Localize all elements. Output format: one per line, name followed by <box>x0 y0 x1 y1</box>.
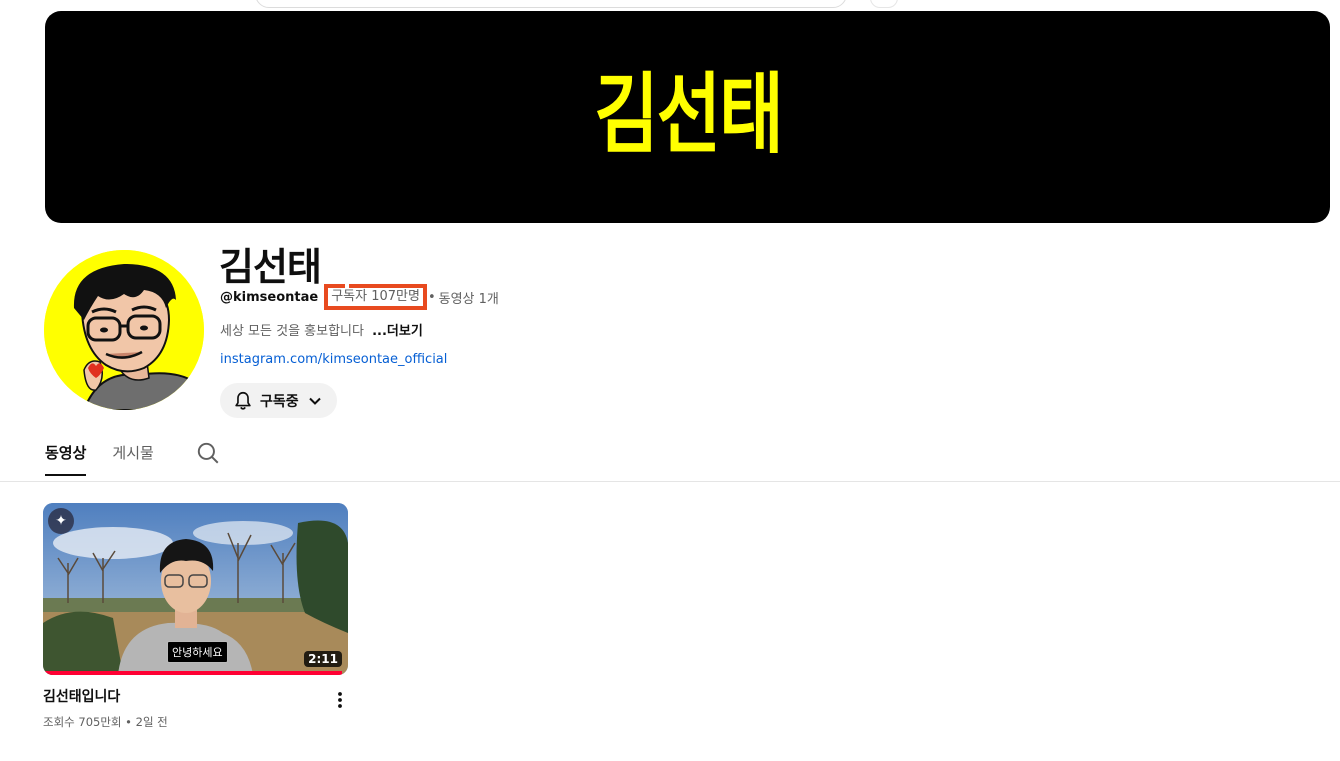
channel-description[interactable]: 세상 모든 것을 홍보합니다 ...더보기 <box>220 320 423 339</box>
video-meta: 조회수 705만회 • 2일 전 <box>43 714 168 730</box>
channel-avatar[interactable] <box>44 250 204 410</box>
meta-separator: • <box>427 289 436 305</box>
channel-tabs: 동영상 게시물 <box>45 442 219 478</box>
meta-separator: • <box>125 715 132 729</box>
video-thumbnail[interactable]: ✦ 안녕하세요 2:11 <box>43 503 348 675</box>
chevron-down-icon <box>308 397 321 405</box>
upload-age: 2일 전 <box>135 715 168 729</box>
subscribed-label: 구독중 <box>260 393 299 410</box>
subscriber-count: 구독자 107만명 <box>331 289 420 304</box>
video-title[interactable]: 김선태입니다 <box>43 686 120 706</box>
search-bar[interactable] <box>255 0 847 8</box>
banner-logo-text: 김선태 <box>594 63 781 166</box>
view-count: 조회수 705만회 <box>43 715 122 729</box>
tab-posts[interactable]: 게시물 <box>112 442 153 476</box>
video-count: 동영상 1개 <box>438 291 499 307</box>
voice-search-button[interactable] <box>870 0 898 8</box>
subscriber-count-highlight: 구독자 107만명 <box>324 284 427 310</box>
channel-meta: @kimseontae 구독자 107만명 • 동영상 1개 <box>220 284 499 310</box>
banner-logo: 김선태 <box>594 63 783 166</box>
more-vert-icon[interactable] <box>331 690 349 710</box>
description-text: 세상 모든 것을 홍보합니다 <box>220 324 364 339</box>
channel-banner: 김선태 <box>45 11 1330 223</box>
duration-badge: 2:11 <box>304 651 342 667</box>
search-icon[interactable] <box>195 440 221 466</box>
caption-chip: 안녕하세요 <box>167 641 228 663</box>
subscribed-button[interactable]: 구독중 <box>220 383 337 418</box>
channel-page: 김선태 김선태 @kimseontae 구독자 107만명 • 동영상 1개 세… <box>0 0 1340 761</box>
channel-title: 김선태 <box>219 245 322 289</box>
avatar-illustration <box>44 250 204 410</box>
bell-icon <box>235 391 251 410</box>
more-link[interactable]: ...더보기 <box>372 324 423 339</box>
channel-external-link[interactable]: instagram.com/kimseontae_official <box>220 352 447 367</box>
sparkle-icon: ✦ <box>48 508 74 534</box>
tabs-divider <box>0 481 1340 482</box>
watch-progress-bar <box>43 671 342 675</box>
tab-videos[interactable]: 동영상 <box>45 442 87 476</box>
channel-handle: @kimseontae <box>220 289 319 305</box>
